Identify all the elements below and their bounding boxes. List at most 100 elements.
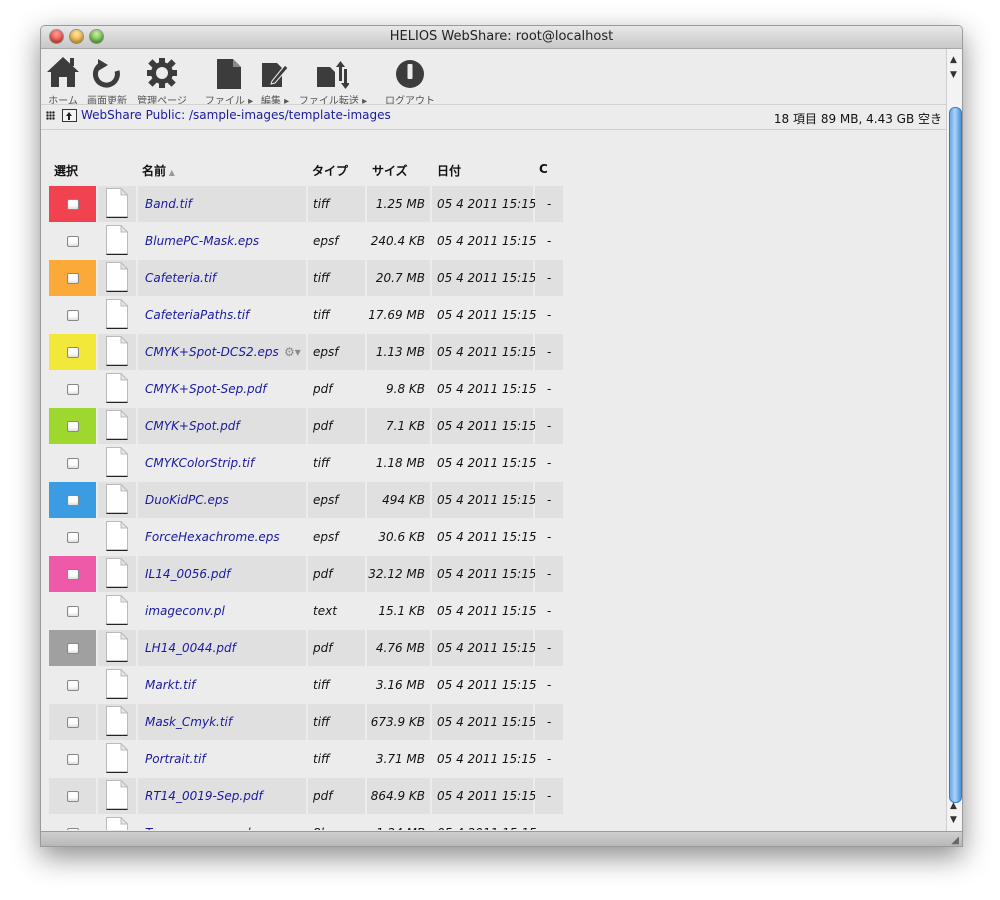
file-name-link[interactable]: ForceHexachrome.eps (145, 519, 280, 555)
select-checkbox[interactable] (67, 717, 79, 728)
select-checkbox[interactable] (67, 680, 79, 691)
document-icon[interactable] (106, 557, 129, 589)
file-name-link[interactable]: DuoKidPC.eps (145, 482, 229, 518)
file-name-link[interactable]: Band.tif (145, 186, 192, 222)
file-menu-button[interactable]: ファイル ▸ (201, 49, 257, 107)
column-header-select[interactable]: 選択 (54, 162, 78, 179)
document-icon[interactable] (106, 335, 129, 367)
select-checkbox[interactable] (67, 495, 79, 506)
document-icon[interactable] (106, 261, 129, 293)
admin-page-button[interactable]: 管理ページ (134, 49, 190, 107)
column-header-date[interactable]: 日付 (437, 162, 461, 179)
file-transfer-menu-button[interactable]: ファイル転送 ▸ (294, 49, 372, 107)
select-checkbox[interactable] (67, 643, 79, 654)
table-row[interactable]: Cafeteria.tif tiff 20.7 MB 05 4 2011 15:15- (49, 260, 566, 296)
document-icon[interactable] (106, 187, 129, 219)
select-checkbox[interactable] (67, 458, 79, 469)
column-header-name[interactable]: 名前 ▲ (142, 162, 175, 179)
document-icon[interactable] (106, 409, 129, 441)
logout-button[interactable]: ログアウト (380, 49, 440, 107)
table-row[interactable]: Band.tif tiff 1.25 MB 05 4 2011 15:15- (49, 186, 566, 222)
select-checkbox[interactable] (67, 273, 79, 284)
size-cell: 864.9 KB (367, 778, 430, 814)
table-row[interactable]: DuoKidPC.eps epsf 494 KB 05 4 2011 15:15- (49, 482, 566, 518)
document-icon[interactable] (106, 224, 129, 256)
select-checkbox[interactable] (67, 421, 79, 432)
select-checkbox[interactable] (67, 347, 79, 358)
select-checkbox[interactable] (67, 569, 79, 580)
select-checkbox[interactable] (67, 606, 79, 617)
resize-grip-icon[interactable]: ◢ (951, 835, 959, 846)
file-name-link[interactable]: Markt.tif (145, 667, 195, 703)
file-name-link[interactable]: Portrait.tif (145, 741, 206, 777)
file-name-link[interactable]: IL14_0056.pdf (145, 556, 230, 592)
document-icon[interactable] (106, 668, 129, 700)
column-header-size[interactable]: サイズ (372, 162, 408, 179)
select-checkbox[interactable] (67, 236, 79, 247)
gear-menu-icon[interactable]: ⚙▾ (284, 346, 301, 358)
file-name-link[interactable]: CMYKColorStrip.tif (145, 445, 254, 481)
grid-view-icon[interactable] (46, 111, 55, 120)
vertical-scrollbar[interactable]: ▲ ▼ ▲ ▼ (946, 49, 962, 831)
table-row[interactable]: Portrait.tif tiff 3.71 MB 05 4 2011 15:15- (49, 741, 566, 777)
table-row[interactable]: ForceHexachrome.eps epsf 30.6 KB 05 4 2011 … (49, 519, 566, 555)
document-icon[interactable] (106, 816, 129, 830)
edit-menu-button[interactable]: 編集 ▸ (258, 49, 292, 107)
table-row[interactable]: BlumePC-Mask.eps epsf 240.4 KB 05 4 2011 15… (49, 223, 566, 259)
document-icon[interactable] (106, 483, 129, 515)
file-name-link[interactable]: BlumePC-Mask.eps (145, 223, 259, 259)
file-name-link[interactable]: Transparency.psd (145, 815, 251, 830)
file-name-link[interactable]: LH14_0044.pdf (145, 630, 236, 666)
document-icon[interactable] (106, 631, 129, 663)
table-row[interactable]: Markt.tif tiff 3.16 MB 05 4 2011 15:15- (49, 667, 566, 703)
file-name-link[interactable]: RT14_0019-Sep.pdf (145, 778, 263, 814)
select-checkbox[interactable] (67, 754, 79, 765)
home-button[interactable]: ホーム (45, 49, 81, 107)
table-row[interactable]: imageconv.pl text 15.1 KB 05 4 2011 15:15- (49, 593, 566, 629)
scroll-down-arrow[interactable]: ▼ (950, 70, 957, 80)
app-window: HELIOS WebShare: root@localhost ホーム 画面更新 (40, 25, 963, 847)
document-icon[interactable] (106, 742, 129, 774)
scrollbar-thumb[interactable] (949, 107, 962, 803)
table-row[interactable]: CMYK+Spot-DCS2.eps ⚙▾ epsf 1.13 MB 05 4 2011… (49, 334, 566, 370)
select-checkbox[interactable] (67, 532, 79, 543)
document-icon[interactable] (106, 372, 129, 404)
file-name-link[interactable]: CMYK+Spot.pdf (145, 408, 240, 444)
table-row[interactable]: IL14_0056.pdf pdf 32.12 MB 05 4 2011 15:15- (49, 556, 566, 592)
file-name-link[interactable]: CMYK+Spot-Sep.pdf (145, 371, 267, 407)
scroll-up-arrow-bottom[interactable]: ▲ (950, 801, 957, 811)
table-row[interactable]: Mask_Cmyk.tif tiff 673.9 KB 05 4 2011 15:15… (49, 704, 566, 740)
select-checkbox[interactable] (67, 791, 79, 802)
type-cell: epsf (308, 334, 365, 370)
table-row[interactable]: LH14_0044.pdf pdf 4.76 MB 05 4 2011 15:15- (49, 630, 566, 666)
current-path-link[interactable]: WebShare Public: /sample-images/template… (81, 108, 391, 122)
file-name-link[interactable]: imageconv.pl (145, 593, 225, 629)
refresh-button[interactable]: 画面更新 (84, 49, 130, 107)
column-header-type[interactable]: タイプ (312, 162, 348, 179)
file-icon-cell (98, 260, 136, 296)
file-name-link[interactable]: Cafeteria.tif (145, 260, 216, 296)
document-icon[interactable] (106, 298, 129, 330)
file-name-link[interactable]: Mask_Cmyk.tif (145, 704, 232, 740)
select-checkbox[interactable] (67, 310, 79, 321)
file-name-link[interactable]: CMYK+Spot-DCS2.eps (145, 334, 279, 370)
select-checkbox[interactable] (67, 828, 79, 830)
table-row[interactable]: CMYKColorStrip.tif tiff 1.18 MB 05 4 2011 1… (49, 445, 566, 481)
parent-folder-icon[interactable] (62, 109, 77, 122)
table-row[interactable]: RT14_0019-Sep.pdf pdf 864.9 KB 05 4 2011 15… (49, 778, 566, 814)
document-icon[interactable] (106, 446, 129, 478)
select-checkbox[interactable] (67, 384, 79, 395)
scroll-up-arrow[interactable]: ▲ (950, 55, 957, 65)
table-row[interactable]: CafeteriaPaths.tif tiff 17.69 MB 05 4 2011 … (49, 297, 566, 333)
scroll-down-arrow-bottom[interactable]: ▼ (950, 815, 957, 825)
column-header-c[interactable]: C (539, 162, 548, 176)
file-name-link[interactable]: CafeteriaPaths.tif (145, 297, 249, 333)
table-row[interactable]: Transparency.psd 8bps 1.24 MB 05 4 2011 15:… (49, 815, 566, 830)
table-row[interactable]: CMYK+Spot-Sep.pdf pdf 9.8 KB 05 4 2011 15:1… (49, 371, 566, 407)
select-checkbox[interactable] (67, 199, 79, 210)
table-row[interactable]: CMYK+Spot.pdf pdf 7.1 KB 05 4 2011 15:15- (49, 408, 566, 444)
document-icon[interactable] (106, 520, 129, 552)
document-icon[interactable] (106, 594, 129, 626)
document-icon[interactable] (106, 705, 129, 737)
document-icon[interactable] (106, 779, 129, 811)
